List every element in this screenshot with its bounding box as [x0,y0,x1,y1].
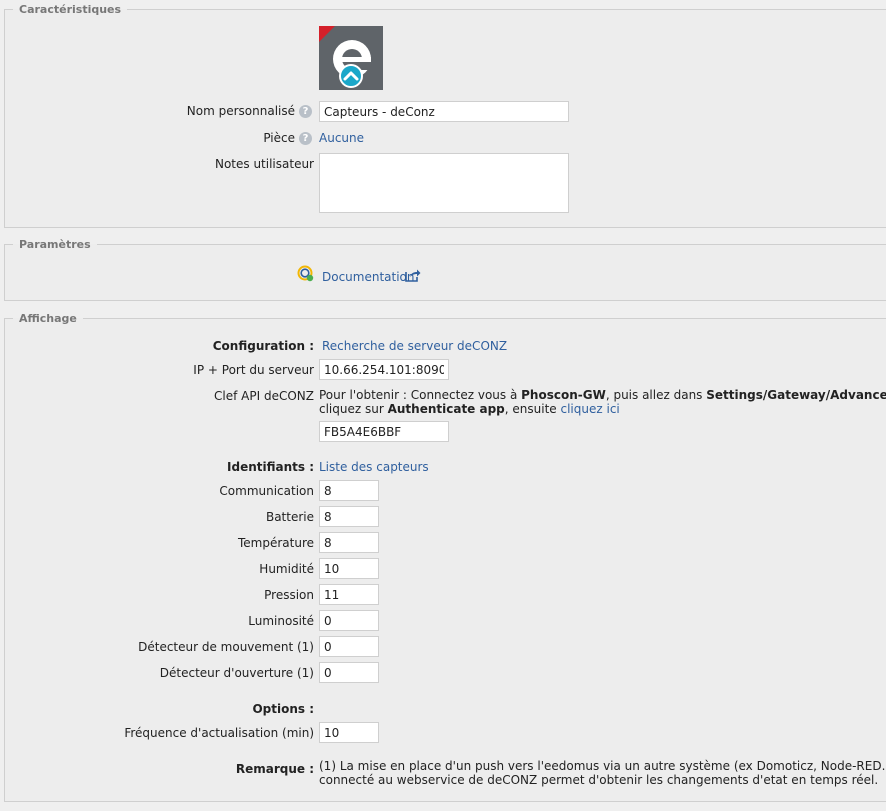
legend-affichage: Affichage [19,312,77,325]
legend-caracteristiques: Caractéristiques [19,3,122,16]
label-clef-api: Clef API deCONZ [214,389,314,403]
detecteur-ouverture-input[interactable] [319,662,379,683]
api-instructions-line2: cliquez sur Authenticate app, ensuite cl… [319,402,620,416]
batterie-input[interactable] [319,506,379,527]
documentation-link[interactable]: Documentation [322,270,415,284]
luminosite-input[interactable] [319,610,379,631]
pression-input[interactable] [319,584,379,605]
remarque-line-2: connecté au webservice de deCONZ permet … [319,773,879,787]
label-detecteur-ouverture: Détecteur d'ouverture (1) [159,666,314,680]
label-detecteur-mouvement: Détecteur de mouvement (1) [138,640,314,654]
ip-port-input[interactable] [319,359,449,380]
help-icon[interactable]: ? [299,132,312,145]
label-humidite: Humidité [259,562,314,576]
label-options: Options : [252,702,314,716]
documentation-icon [297,265,315,283]
label-piece: Pièce [263,131,295,145]
label-identifiants: Identifiants : [227,460,314,474]
notes-utilisateur-textarea[interactable] [319,153,569,213]
piece-link[interactable]: Aucune [319,131,364,145]
label-nom-personnalise: Nom personnalisé [186,104,295,118]
cliquez-ici-link[interactable]: cliquez ici [561,402,620,416]
label-configuration: Configuration : [212,339,314,353]
label-temperature: Température [237,536,314,550]
liste-capteurs-link[interactable]: Liste des capteurs [319,460,429,474]
recherche-serveur-link[interactable]: Recherche de serveur deCONZ [322,339,507,353]
api-instructions-line1: Pour l'obtenir : Connectez vous à Phosco… [319,388,886,402]
temperature-input[interactable] [319,532,379,553]
legend-parametres: Paramètres [19,238,91,251]
eedomus-logo-icon [319,26,373,88]
help-icon[interactable]: ? [299,105,312,118]
fieldset-parametres: Paramètres [4,238,886,301]
label-remarque: Remarque : [235,762,314,776]
remarque-text: (1) La mise en place d'un push vers l'ee… [319,759,886,787]
label-ip-port: IP + Port du serveur [193,363,314,377]
nom-personnalise-input[interactable] [319,101,569,122]
label-pression: Pression [264,588,314,602]
label-frequence: Fréquence d'actualisation (min) [124,726,314,740]
clef-api-input[interactable] [319,421,449,442]
label-luminosite: Luminosité [248,614,314,628]
remarque-line-1: (1) La mise en place d'un push vers l'ee… [319,759,886,773]
device-logo [319,26,383,90]
label-notes-utilisateur: Notes utilisateur [214,157,314,171]
humidite-input[interactable] [319,558,379,579]
label-batterie: Batterie [265,510,314,524]
api-instructions: Pour l'obtenir : Connectez vous à Phosco… [319,388,886,416]
label-communication: Communication [219,484,314,498]
frequence-input[interactable] [319,722,379,743]
communication-input[interactable] [319,480,379,501]
external-link-icon[interactable] [405,268,421,282]
detecteur-mouvement-input[interactable] [319,636,379,657]
